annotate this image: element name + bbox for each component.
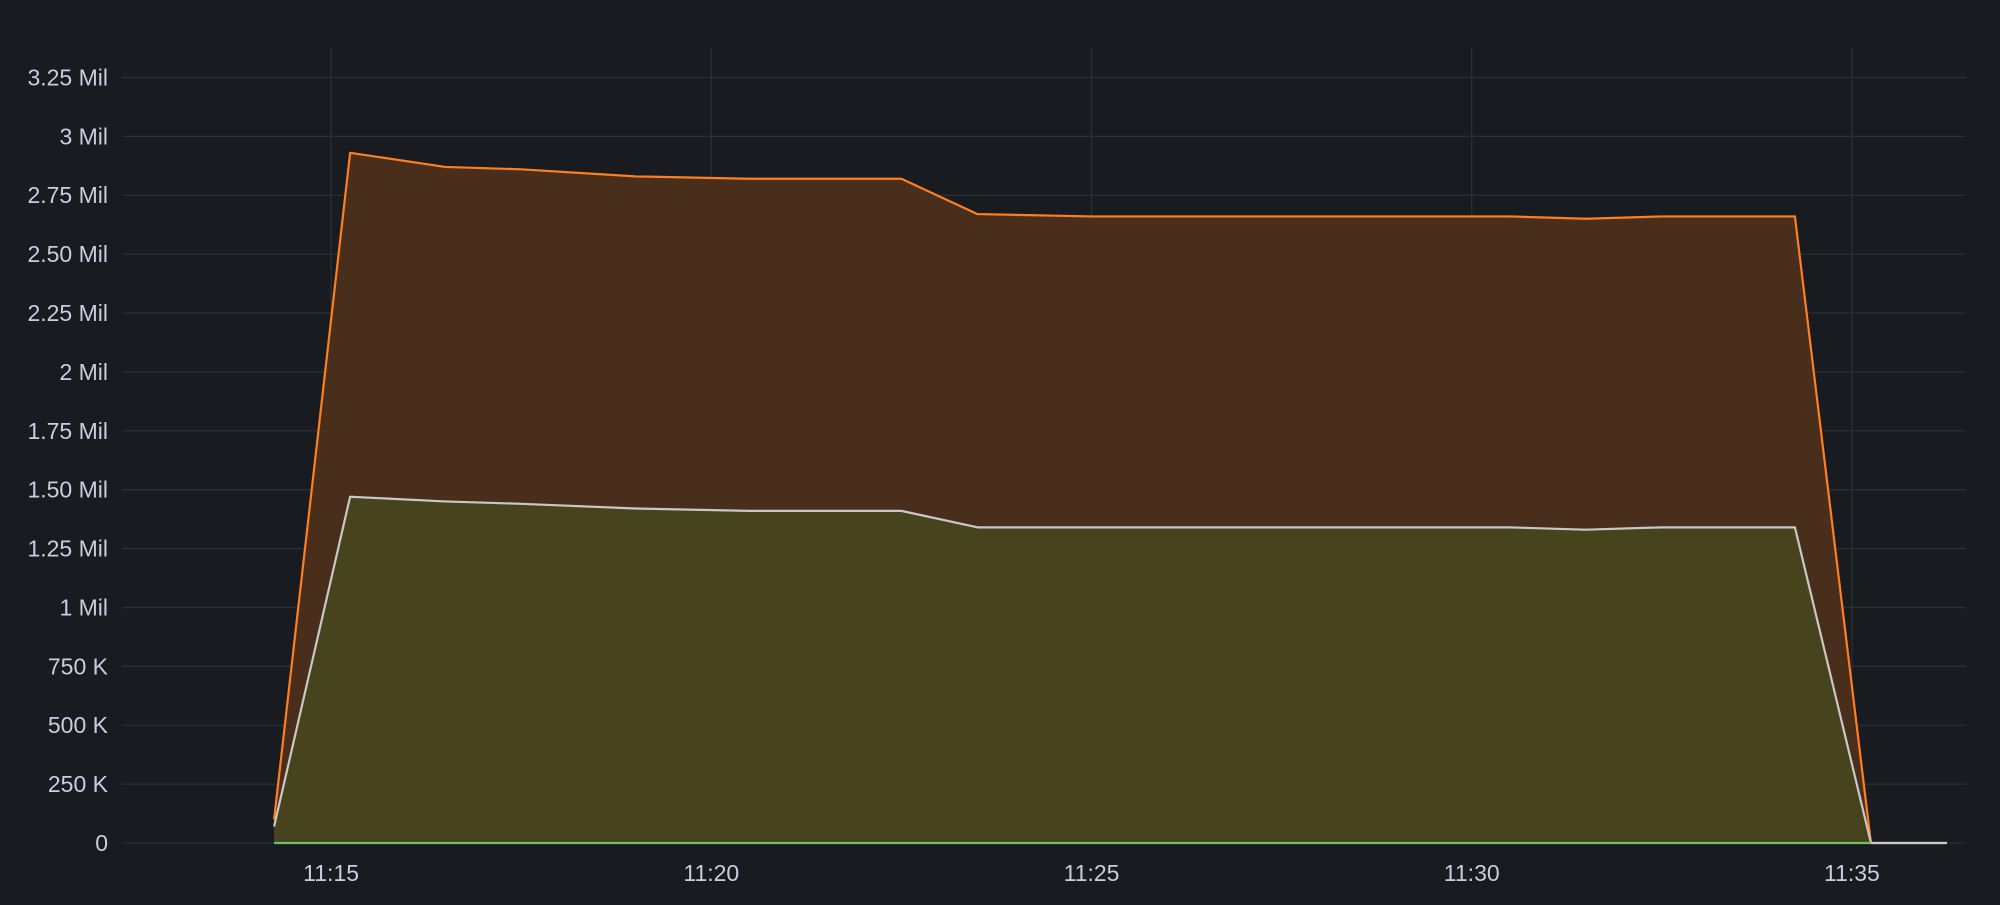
y-tick-label: 3.25 Mil (27, 64, 108, 90)
x-tick-label: 11:20 (683, 860, 739, 886)
x-tick-label: 11:35 (1824, 860, 1880, 886)
x-axis-ticks: 11:15 11:20 11:25 11:30 11:35 (303, 860, 1880, 886)
y-tick-label: 250 K (48, 771, 109, 797)
y-tick-label: 2.25 Mil (27, 300, 108, 326)
series-1-area (274, 497, 1947, 843)
y-tick-label: 0 (95, 830, 108, 856)
y-tick-label: 500 K (48, 712, 109, 738)
y-tick-label: 1 Mil (59, 594, 108, 620)
y-tick-label: 1.50 Mil (27, 477, 108, 503)
y-tick-label: 1.75 Mil (27, 418, 108, 444)
x-tick-label: 11:25 (1064, 860, 1120, 886)
y-tick-label: 3 Mil (59, 123, 108, 149)
y-tick-label: 2.75 Mil (27, 182, 108, 208)
y-tick-label: 750 K (48, 653, 109, 679)
series-layer (274, 153, 1947, 843)
x-tick-label: 11:30 (1444, 860, 1500, 886)
x-tick-label: 11:15 (303, 860, 359, 886)
y-tick-label: 2.50 Mil (27, 241, 108, 267)
chart-svg: 0 250 K 500 K 750 K 1 Mil 1.25 Mil 1.50 Mil 1.7… (0, 0, 2000, 900)
area-chart: 0 250 K 500 K 750 K 1 Mil 1.25 Mil 1.50 Mil 1.7… (0, 0, 2000, 900)
y-tick-label: 2 Mil (59, 359, 108, 385)
y-axis-ticks: 0 250 K 500 K 750 K 1 Mil 1.25 Mil 1.50 Mil 1.7… (27, 64, 108, 856)
y-tick-label: 1.25 Mil (27, 536, 108, 562)
